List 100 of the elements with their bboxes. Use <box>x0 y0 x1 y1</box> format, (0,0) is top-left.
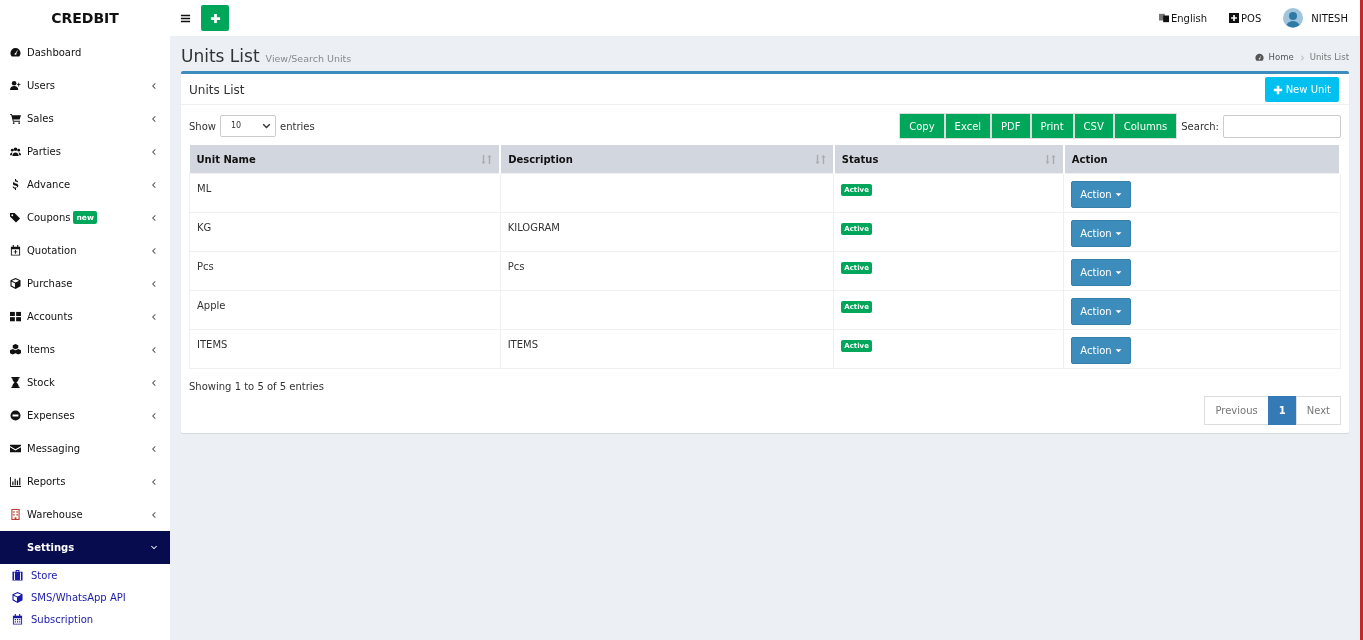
table-cell: ML <box>189 173 501 213</box>
sidebar-item[interactable]: Advance <box>0 168 170 201</box>
header-label: Action <box>1071 152 1108 167</box>
header-label: Unit Name <box>196 152 256 167</box>
header-label: Status <box>841 152 879 167</box>
page-subtitle: View/Search Units <box>265 52 352 66</box>
show-label: Show <box>189 119 216 134</box>
page-title: Units List <box>181 46 260 67</box>
action-button[interactable]: Action <box>1071 297 1131 325</box>
table-cell: Pcs <box>500 251 834 291</box>
menu-label: Coupons <box>27 211 71 225</box>
table-cell: Pcs <box>189 251 501 291</box>
tags-icon <box>10 212 21 223</box>
sidebar-item[interactable]: Purchase <box>0 267 170 300</box>
calendar-icon <box>12 613 23 625</box>
submenu-item[interactable]: Subscription <box>0 608 170 630</box>
add-button[interactable] <box>201 5 229 31</box>
action-button[interactable]: Action <box>1071 219 1131 247</box>
user-menu[interactable]: NITESH <box>1283 8 1348 28</box>
search-field[interactable] <box>1223 114 1341 138</box>
menu-label: Dashboard <box>27 46 82 60</box>
sidebar-item[interactable]: Sales <box>0 102 170 135</box>
sidebar-item[interactable]: Users <box>0 69 170 102</box>
header-label: Description <box>508 152 573 167</box>
building-icon <box>10 509 21 520</box>
entries-label: entries <box>280 119 315 134</box>
sidebar-item[interactable]: Items <box>0 333 170 366</box>
menu-icon <box>180 12 191 24</box>
caret-down-icon <box>1114 268 1122 276</box>
table-cell: KG <box>189 212 501 252</box>
dollar-icon <box>10 179 21 190</box>
plus-icon <box>1272 84 1283 95</box>
sidebar-item[interactable]: Messaging <box>0 432 170 465</box>
chevron-down-icon <box>262 121 271 131</box>
page-button[interactable]: Next <box>1295 395 1341 425</box>
cubes-icon <box>10 344 21 355</box>
table-cell: ITEMS <box>500 329 834 369</box>
submenu-label: Subscription <box>31 612 94 627</box>
bar-chart-icon <box>10 476 21 487</box>
submenu-item[interactable]: Store <box>0 564 170 586</box>
menu-label: Warehouse <box>27 508 83 522</box>
cube-icon <box>10 278 21 289</box>
cart-icon <box>10 113 21 124</box>
menu-label: Purchase <box>27 277 73 291</box>
table-cell: Apple <box>189 290 501 330</box>
link-label: POS <box>1241 11 1262 26</box>
search-label: Search: <box>1181 119 1219 134</box>
menu-label: Users <box>27 79 55 93</box>
sidebar-item[interactable]: Settings <box>0 531 170 564</box>
language-link[interactable]: English <box>1158 10 1207 26</box>
breadcrumb-item: Units List <box>1309 51 1349 64</box>
menu-label: Expenses <box>27 409 75 423</box>
entries-select[interactable]: 10 <box>220 115 276 138</box>
translate-icon <box>1158 13 1169 23</box>
caret-down-icon <box>1114 190 1122 198</box>
dashboard-icon <box>1254 53 1264 62</box>
menu-label: Items <box>27 343 55 357</box>
submenu-label: SMS/WhatsApp API <box>31 590 126 605</box>
link-label: NITESH <box>1311 11 1348 26</box>
menu-label: Reports <box>27 475 66 489</box>
breadcrumb-item[interactable]: Home <box>1268 51 1294 64</box>
user-plus-icon <box>10 80 21 91</box>
plus-icon <box>209 12 221 24</box>
sidebar-item[interactable]: Quotation <box>0 234 170 267</box>
card-title: Units List <box>189 82 245 98</box>
submenu-item[interactable]: SMS/WhatsApp API <box>0 586 170 608</box>
page-button[interactable]: 1 <box>1267 395 1297 425</box>
action-button[interactable]: Action <box>1071 180 1131 208</box>
briefcase-icon <box>12 569 23 581</box>
sidebar-item[interactable]: Parties <box>0 135 170 168</box>
sidebar-item[interactable]: Dashboard <box>0 36 170 69</box>
dashboard-icon <box>10 47 21 58</box>
table-info: Showing 1 to 5 of 5 entries <box>189 379 325 394</box>
caret-down-icon <box>1114 307 1122 315</box>
brand-logo: CREDBIT <box>50 8 120 28</box>
caret-down-icon <box>1114 229 1122 237</box>
menu-label: Quotation <box>27 244 77 258</box>
action-button[interactable]: Action <box>1071 336 1131 364</box>
avatar-icon <box>1283 8 1304 28</box>
cube-icon <box>12 591 23 603</box>
submenu-label: Store <box>31 568 58 583</box>
sidebar-item[interactable]: Reports <box>0 465 170 498</box>
menu-label: Parties <box>27 145 61 159</box>
sidebar-item[interactable]: Warehouse <box>0 498 170 531</box>
sidebar-item[interactable]: Expenses <box>0 399 170 432</box>
sidebar-item[interactable]: Accounts <box>0 300 170 333</box>
users-icon <box>10 146 21 157</box>
table-cell: ITEMS <box>189 329 501 369</box>
menu-label: Stock <box>27 376 55 390</box>
page-button[interactable]: Previous <box>1204 395 1269 425</box>
caret-down-icon <box>1114 346 1122 354</box>
grid-icon <box>10 311 21 322</box>
menu-label: Sales <box>27 112 54 126</box>
calendar-plus-icon <box>10 245 21 256</box>
menu-label: Messaging <box>27 442 81 456</box>
menu-label: Settings <box>27 541 75 555</box>
menu-label: Advance <box>27 178 71 192</box>
pos-link[interactable]: POS <box>1229 10 1262 26</box>
action-button[interactable]: Action <box>1071 258 1131 286</box>
sidebar-item[interactable]: Stock <box>0 366 170 399</box>
